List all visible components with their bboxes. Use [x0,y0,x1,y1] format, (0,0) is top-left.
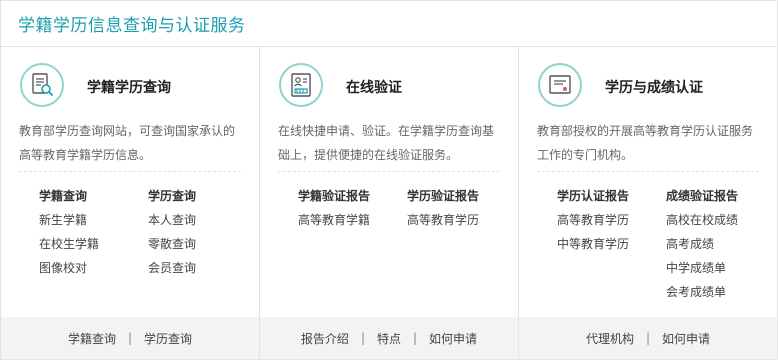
link-lists: 学籍查询 新生学籍 在校生学籍 图像校对 学历查询 本人查询 零散查询 会员查询 [39,188,257,284]
footer-link[interactable]: 特点 [377,330,401,347]
document-search-icon [20,63,64,107]
verification-report-icon [279,63,323,107]
footer-link[interactable]: 学历查询 [144,330,192,347]
certificate-icon [538,63,582,107]
column-online-verification: 在线验证 在线快捷申请、验证。在学籍学历查询基础上，提供便捷的在线验证服务。 学… [260,47,519,317]
column-description: 在线快捷申请、验证。在学籍学历查询基础上，提供便捷的在线验证服务。 [278,124,495,162]
divider [537,171,759,172]
link-lists: 学籍验证报告 高等教育学籍 学历验证报告 高等教育学历 [298,188,516,236]
column-description: 教育部授权的开展高等教育学历认证服务工作的专门机构。 [537,124,754,162]
list-item[interactable]: 在校生学籍 [39,236,148,260]
separator: | [127,331,133,345]
list-item[interactable]: 高考成绩 [666,236,775,260]
list-score-verification: 成绩验证报告 高校在校成绩 高考成绩 中学成绩单 会考成绩单 [666,188,775,308]
list-item[interactable]: 零散查询 [148,236,257,260]
column-study-records: 学籍学历查询 教育部学历查询网站，可查询国家承认的高等教育学籍学历信息。 学籍查… [1,47,260,317]
page-title: 学籍学历信息查询与认证服务 [18,16,246,36]
list-item[interactable]: 会考成绩单 [666,284,775,308]
list-study-query: 学籍查询 新生学籍 在校生学籍 图像校对 [39,188,148,284]
list-degree-certification: 学历认证报告 高等教育学历 中等教育学历 [557,188,666,308]
column-certification: 学历与成绩认证 教育部授权的开展高等教育学历认证服务工作的专门机构。 学历认证报… [519,47,777,317]
list-item[interactable]: 会员查询 [148,260,257,284]
list-study-verification: 学籍验证报告 高等教育学籍 [298,188,407,236]
separator: | [645,331,651,345]
list-item[interactable]: 中学成绩单 [666,260,775,284]
list-item[interactable]: 高校在校成绩 [666,212,775,236]
list-heading[interactable]: 学籍查询 [39,188,148,212]
list-item[interactable]: 新生学籍 [39,212,148,236]
separator: | [413,331,418,345]
list-heading[interactable]: 学历查询 [148,188,257,212]
list-item[interactable]: 高等教育学历 [557,212,666,236]
title-bar: 学籍学历信息查询与认证服务 [1,1,777,47]
column-title[interactable]: 学籍学历查询 [87,77,171,97]
list-item[interactable]: 高等教育学籍 [298,212,407,236]
column-title[interactable]: 在线验证 [346,77,402,97]
footer-links-study-records: 学籍查询 | 学历查询 [1,317,260,359]
link-lists: 学历认证报告 高等教育学历 中等教育学历 成绩验证报告 高校在校成绩 高考成绩 … [557,188,775,308]
list-degree-query: 学历查询 本人查询 零散查询 会员查询 [148,188,257,284]
column-description: 教育部学历查询网站，可查询国家承认的高等教育学籍学历信息。 [19,124,236,162]
list-item[interactable]: 本人查询 [148,212,257,236]
service-columns: 学籍学历查询 教育部学历查询网站，可查询国家承认的高等教育学籍学历信息。 学籍查… [1,47,777,317]
footer-link[interactable]: 学籍查询 [68,330,116,347]
list-degree-verification: 学历验证报告 高等教育学历 [407,188,516,236]
list-heading[interactable]: 成绩验证报告 [666,188,775,212]
footer-bar: 学籍查询 | 学历查询 报告介绍 | 特点 | 如何申请 代理机构 | 如何申请 [1,317,777,359]
separator: | [360,331,365,345]
list-heading[interactable]: 学历认证报告 [557,188,666,212]
service-panel: 学籍学历信息查询与认证服务 学籍学历查询 教育部学历查询网站，可查询国家承认的高… [0,0,778,360]
list-heading[interactable]: 学籍验证报告 [298,188,407,212]
footer-link[interactable]: 代理机构 [586,330,634,347]
footer-link[interactable]: 如何申请 [662,330,710,347]
footer-link[interactable]: 报告介绍 [301,330,349,347]
divider [19,171,241,172]
list-item[interactable]: 图像校对 [39,260,148,284]
list-heading[interactable]: 学历验证报告 [407,188,516,212]
footer-link[interactable]: 如何申请 [429,330,477,347]
footer-links-online-verification: 报告介绍 | 特点 | 如何申请 [260,317,519,359]
column-title[interactable]: 学历与成绩认证 [605,77,703,97]
footer-links-certification: 代理机构 | 如何申请 [519,317,777,359]
divider [278,171,500,172]
list-item[interactable]: 高等教育学历 [407,212,516,236]
list-item[interactable]: 中等教育学历 [557,236,666,260]
